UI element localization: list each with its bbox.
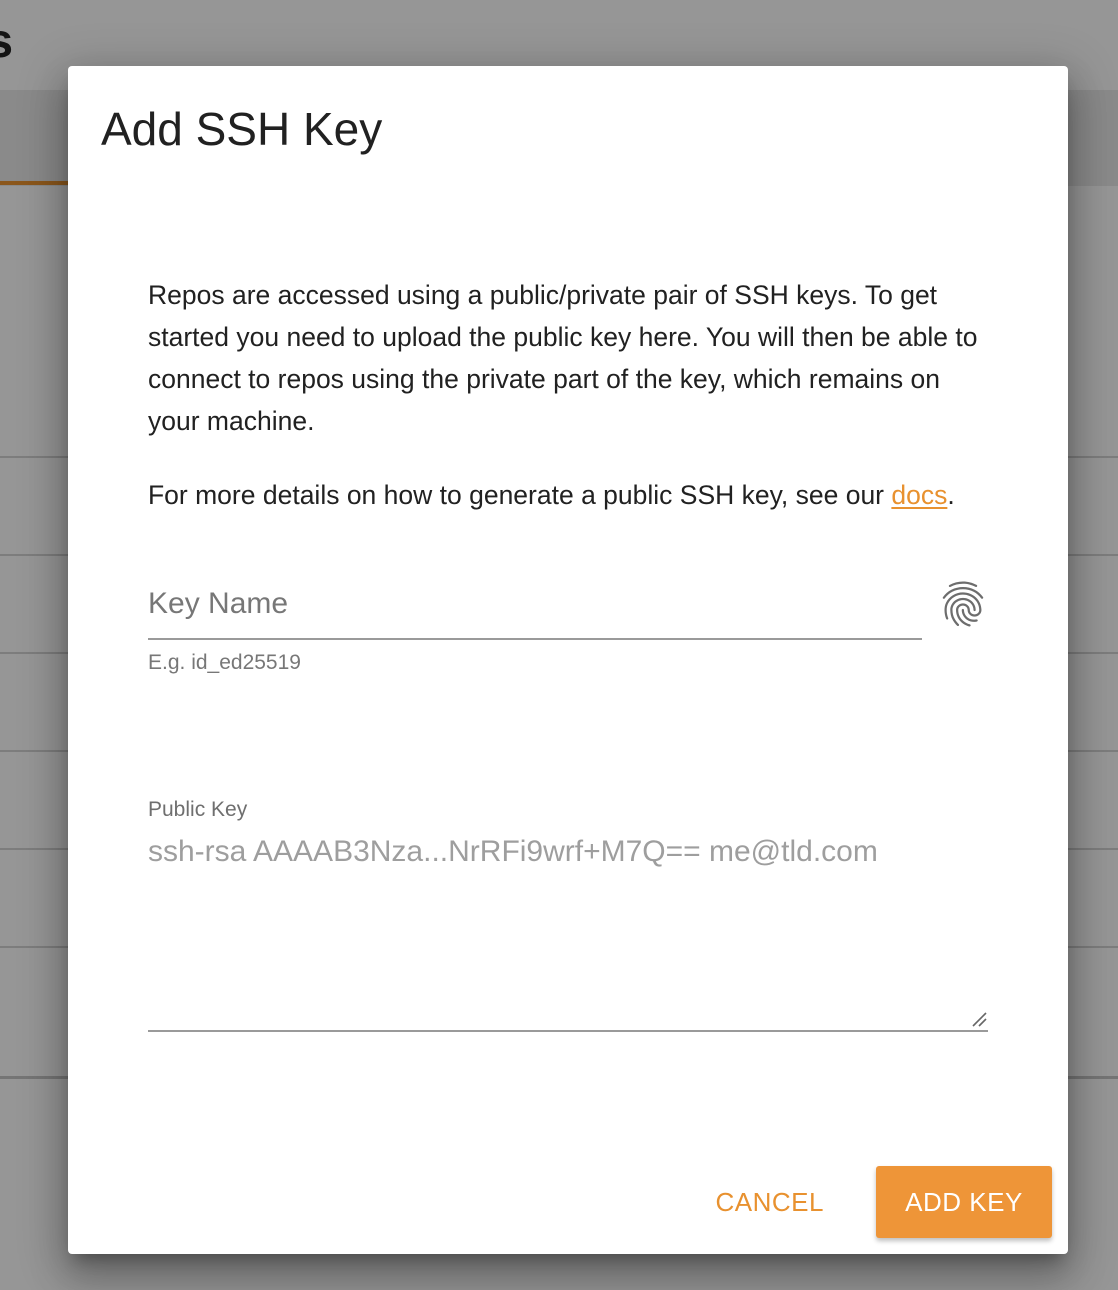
resize-handle-icon[interactable]	[970, 1010, 988, 1028]
dialog-title: Add SSH Key	[101, 103, 383, 155]
key-name-field	[148, 576, 922, 640]
docs-note-prefix: For more details on how to generate a pu…	[148, 480, 892, 510]
key-name-input[interactable]	[148, 576, 922, 632]
dialog-actions: CANCEL ADD KEY	[716, 1166, 1052, 1238]
docs-link[interactable]: docs	[891, 480, 947, 510]
docs-note-suffix: .	[947, 480, 955, 510]
add-ssh-key-dialog: Add SSH Key Repos are accessed using a p…	[68, 66, 1068, 1254]
public-key-textarea[interactable]	[148, 832, 988, 1022]
cancel-button[interactable]: CANCEL	[716, 1173, 824, 1232]
public-key-label: Public Key	[148, 798, 248, 821]
key-name-hint: E.g. id_ed25519	[148, 651, 301, 674]
dialog-content: Repos are accessed using a public/privat…	[148, 274, 993, 516]
fingerprint-icon[interactable]	[936, 577, 990, 631]
docs-note: For more details on how to generate a pu…	[148, 474, 993, 516]
public-key-field	[148, 832, 988, 1032]
add-key-button[interactable]: ADD KEY	[876, 1166, 1052, 1238]
dialog-description: Repos are accessed using a public/privat…	[148, 280, 978, 436]
